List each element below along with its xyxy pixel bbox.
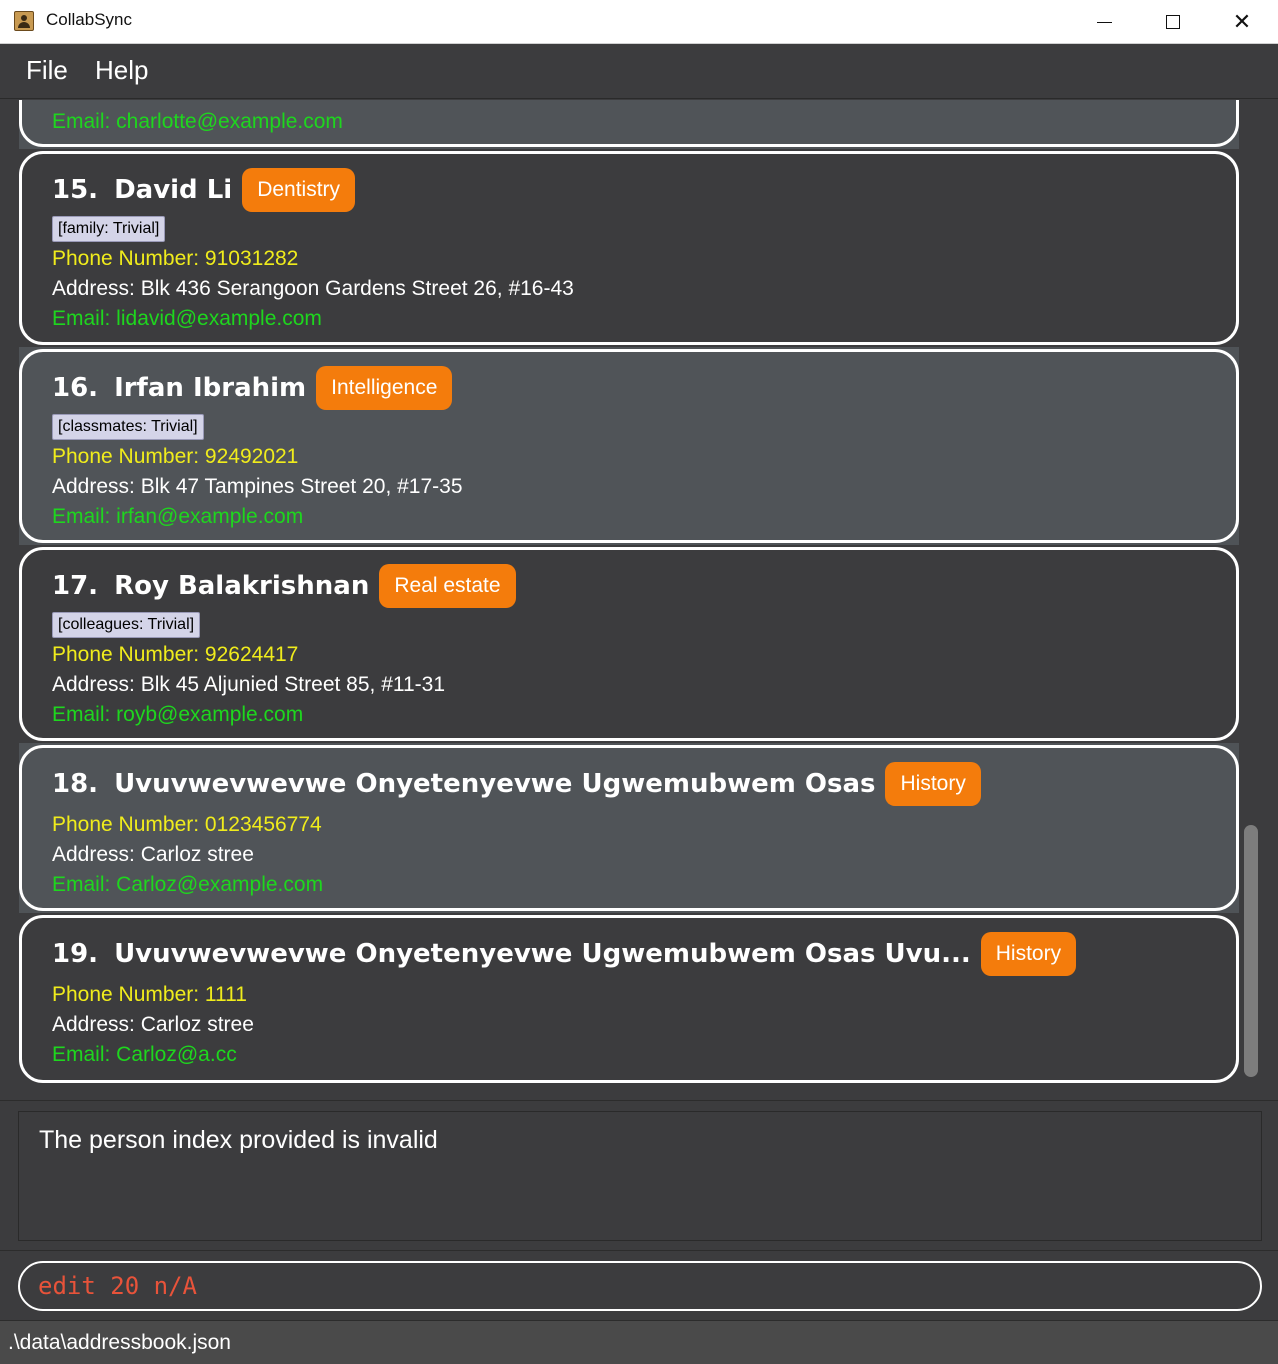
person-phone: Phone Number: 1111 [52, 983, 247, 1006]
command-input[interactable] [18, 1261, 1262, 1311]
menu-file[interactable]: File [26, 55, 68, 86]
title-bar: CollabSync ✕ [0, 0, 1278, 44]
command-pane [0, 1250, 1278, 1320]
person-header: 16. Irfan Ibrahim Intelligence [52, 366, 453, 410]
person-header: 17. Roy Balakrishnan Real estate [52, 564, 516, 608]
result-message: The person index provided is invalid [39, 1126, 438, 1154]
person-header: 19. Uvuvwevwevwe Onyetenyevwe Ugwemubwem… [52, 932, 1077, 976]
status-bar: .\data\addressbook.json [0, 1320, 1278, 1364]
relation-badge: [colleagues: Trivial] [52, 612, 201, 638]
app-icon [14, 11, 34, 31]
person-card: 19. Uvuvwevwevwe Onyetenyevwe Ugwemubwem… [19, 915, 1239, 1083]
person-index: 18. [52, 769, 99, 799]
person-phone: Phone Number: 92492021 [52, 445, 299, 468]
tag-badge: History [885, 762, 981, 806]
list-item[interactable]: 18. Uvuvwevwevwe Onyetenyevwe Ugwemubwem… [19, 743, 1239, 913]
save-file-path: .\data\addressbook.json [8, 1331, 231, 1354]
person-index: 19. [52, 939, 99, 969]
minimize-icon [1096, 21, 1112, 23]
person-email: Email: royb@example.com [52, 703, 304, 726]
person-email: Email: irfan@example.com [52, 505, 304, 528]
list-item[interactable]: 17. Roy Balakrishnan Real estate [collea… [19, 545, 1239, 743]
person-card: Email: charlotte@example.com [19, 100, 1239, 147]
person-header: 18. Uvuvwevwevwe Onyetenyevwe Ugwemubwem… [52, 762, 981, 806]
close-button[interactable]: ✕ [1208, 0, 1276, 44]
person-phone: Phone Number: 92624417 [52, 643, 299, 666]
person-email: Email: Carloz@a.cc [52, 1043, 237, 1066]
window-title: CollabSync [46, 10, 132, 29]
person-email: Email: lidavid@example.com [52, 307, 322, 330]
maximize-button[interactable] [1139, 0, 1207, 44]
list-item[interactable]: 15. David Li Dentistry [family: Trivial]… [19, 149, 1239, 347]
person-address: Address: Carloz stree [52, 843, 254, 866]
person-email: Email: charlotte@example.com [52, 110, 343, 133]
tag-badge: History [980, 932, 1077, 976]
person-phone: Phone Number: 91031282 [52, 247, 299, 270]
tag-badge: Intelligence [316, 366, 453, 410]
person-index: 17. [52, 571, 99, 601]
tag-badge: Dentistry [242, 168, 356, 212]
person-list[interactable]: Email: charlotte@example.com 15. David L… [2, 100, 1276, 1100]
person-email: Email: Carloz@example.com [52, 873, 324, 896]
person-address: Address: Blk 436 Serangoon Gardens Stree… [52, 277, 574, 300]
relation-badge: [family: Trivial] [52, 216, 166, 242]
person-address: Address: Blk 45 Aljunied Street 85, #11-… [52, 673, 446, 696]
person-address: Address: Carloz stree [52, 1013, 254, 1036]
person-address: Address: Blk 47 Tampines Street 20, #17-… [52, 475, 463, 498]
menu-bar: File Help [0, 45, 1278, 99]
list-item[interactable]: 19. Uvuvwevwevwe Onyetenyevwe Ugwemubwem… [19, 913, 1239, 1085]
person-name: Irfan Ibrahim [114, 373, 307, 403]
person-name: David Li [114, 175, 233, 205]
result-display: The person index provided is invalid [18, 1111, 1262, 1241]
person-card: 18. Uvuvwevwevwe Onyetenyevwe Ugwemubwem… [19, 745, 1239, 911]
person-header: 15. David Li Dentistry [52, 168, 356, 212]
person-card: 16. Irfan Ibrahim Intelligence [classmat… [19, 349, 1239, 543]
list-scrollbar[interactable] [1244, 825, 1258, 1077]
maximize-icon [1166, 15, 1180, 29]
person-index: 16. [52, 373, 99, 403]
person-card: 15. David Li Dentistry [family: Trivial]… [19, 151, 1239, 345]
person-index: 15. [52, 175, 99, 205]
minimize-button[interactable] [1070, 0, 1138, 44]
list-item[interactable]: 16. Irfan Ibrahim Intelligence [classmat… [19, 347, 1239, 545]
person-phone: Phone Number: 0123456774 [52, 813, 322, 836]
person-name: Uvuvwevwevwe Onyetenyevwe Ugwemubwem Osa… [114, 939, 971, 969]
person-name: Roy Balakrishnan [114, 571, 370, 601]
result-pane: The person index provided is invalid [0, 1100, 1278, 1250]
person-card: 17. Roy Balakrishnan Real estate [collea… [19, 547, 1239, 741]
relation-badge: [classmates: Trivial] [52, 414, 204, 440]
close-icon: ✕ [1232, 9, 1252, 35]
menu-help[interactable]: Help [95, 55, 148, 86]
person-name: Uvuvwevwevwe Onyetenyevwe Ugwemubwem Osa… [114, 769, 876, 799]
list-item[interactable]: Email: charlotte@example.com [19, 100, 1239, 149]
tag-badge: Real estate [379, 564, 516, 608]
